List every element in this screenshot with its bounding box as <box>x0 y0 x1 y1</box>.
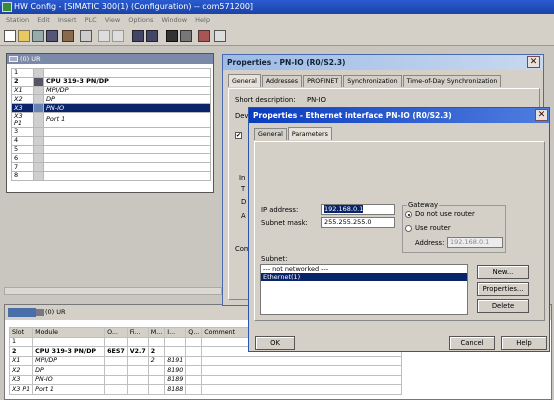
menu-options[interactable]: Options <box>128 16 153 24</box>
no-router-label: Do not use router <box>415 210 475 218</box>
device-number-label: D <box>241 198 247 206</box>
ip-address-input[interactable]: 192.168.0.1 <box>321 204 395 215</box>
tab-addresses[interactable]: Addresses <box>261 75 303 87</box>
new-subnet-button[interactable]: New... <box>477 265 529 279</box>
upload-icon[interactable] <box>146 30 158 42</box>
new-file-icon[interactable] <box>4 30 16 42</box>
use-router-label: Use router <box>415 224 451 232</box>
ok-button[interactable]: OK <box>255 336 295 350</box>
rack-row[interactable]: 4 <box>11 135 211 146</box>
table-row[interactable]: X3 P1 Port 1 8188 <box>8 384 403 395</box>
table-row[interactable]: X3 PN-IO 8189 <box>8 374 403 385</box>
short-description-value: PN-IO <box>307 96 326 104</box>
tab-parameters[interactable]: Parameters <box>287 127 332 140</box>
menu-window[interactable]: Window <box>161 16 187 24</box>
help-icon[interactable] <box>214 30 226 42</box>
workspace-hscrollbar[interactable] <box>4 287 222 295</box>
save-compile-icon[interactable] <box>62 30 74 42</box>
router-address-input[interactable]: 192.168.0.1 <box>447 237 503 248</box>
list-item[interactable]: --- not networked --- <box>261 265 467 273</box>
type-label: T <box>241 185 246 193</box>
subnet-properties-button[interactable]: Properties... <box>477 282 529 296</box>
menu-help[interactable]: Help <box>195 16 210 24</box>
rack-table: 1 2 CPU 319-3 PN/DP X1 MPI/DP X2 DP X3 PN-IO… <box>11 68 211 181</box>
print-icon[interactable] <box>80 30 92 42</box>
subnet-mask-input[interactable]: 255.255.255.0 <box>321 217 395 228</box>
ip-address-label: IP address: <box>261 206 299 214</box>
menu-view[interactable]: View <box>105 16 120 24</box>
network-icon[interactable] <box>198 30 210 42</box>
rack-title-bar: (0) UR <box>7 54 213 64</box>
back-arrow-icon[interactable] <box>8 308 22 317</box>
delete-subnet-button[interactable]: Delete <box>477 299 529 313</box>
rack-title: (0) UR <box>20 55 41 63</box>
detail-title: (0) UR <box>45 308 66 316</box>
ethernet-properties-dialog: Properties - Ethernet interface PN-IO (R… <box>248 107 550 352</box>
close-icon[interactable]: ✕ <box>535 109 548 121</box>
subnet-list[interactable]: --- not networked --- Ethernet(1) <box>260 264 468 315</box>
rack-icon <box>9 56 18 62</box>
device-label: Dev <box>235 112 249 120</box>
interface-label: In <box>239 174 246 182</box>
rack-row[interactable]: 6 <box>11 153 211 164</box>
pnio-dialog-title: Properties - PN-IO (R0/S2.3) <box>227 58 346 67</box>
tab-general[interactable]: General <box>228 74 261 87</box>
download-icon[interactable] <box>132 30 144 42</box>
menu-edit[interactable]: Edit <box>37 16 50 24</box>
rack-row-selected[interactable]: X3 PN-IO <box>11 103 211 113</box>
ethernet-dialog-title-bar: Properties - Ethernet interface PN-IO (R… <box>249 108 549 123</box>
toolbar <box>0 27 554 46</box>
gateway-label: Gateway <box>407 201 440 209</box>
save-icon[interactable] <box>46 30 58 42</box>
table-row[interactable]: X2 DP 8190 <box>8 365 403 376</box>
no-router-radio[interactable] <box>405 211 412 218</box>
forward-arrow-icon[interactable] <box>22 308 36 317</box>
tab-synchronization[interactable]: Synchronization <box>343 75 402 87</box>
catalog-icon[interactable] <box>180 30 192 42</box>
rack-row[interactable]: X3 P1 Port 1 <box>11 111 211 128</box>
router-address-label: Address: <box>415 239 445 247</box>
menu-insert[interactable]: Insert <box>58 16 77 24</box>
rack-row[interactable]: 3 <box>11 126 211 137</box>
paste-icon[interactable] <box>112 30 124 42</box>
pnio-tabs: General Addresses PROFINET Synchronizati… <box>228 74 502 87</box>
close-icon[interactable]: ✕ <box>527 56 540 68</box>
main-title-bar: HW Config - [SIMATIC 300(1) (Configurati… <box>0 0 554 14</box>
subnet-label: Subnet: <box>261 255 288 263</box>
rack-window: (0) UR 1 2 CPU 319-3 PN/DP X1 MPI/DP X2 DP … <box>6 53 214 193</box>
rack-row[interactable]: 1 <box>11 68 211 78</box>
ethernet-tabs: General Parameters <box>254 127 333 140</box>
rack-row[interactable]: X2 DP <box>11 94 211 105</box>
cancel-button[interactable]: Cancel <box>449 336 495 350</box>
table-row[interactable]: X1 MPI/DP 2 8191 <box>8 355 403 366</box>
overview-icon[interactable] <box>166 30 178 42</box>
address-label: A <box>241 212 246 220</box>
ethernet-dialog-title: Properties - Ethernet interface PN-IO (R… <box>253 111 452 120</box>
help-button[interactable]: Help <box>501 336 547 350</box>
open-folder-icon[interactable] <box>18 30 30 42</box>
menu-station[interactable]: Station <box>6 16 29 24</box>
list-item-selected[interactable]: Ethernet(1) <box>261 273 467 281</box>
rack-row[interactable]: 2 CPU 319-3 PN/DP <box>11 76 211 87</box>
rack-row[interactable]: 7 <box>11 162 211 172</box>
subnet-mask-label: Subnet mask: <box>261 219 308 227</box>
accessible-nodes-icon[interactable] <box>32 30 44 42</box>
main-title: HW Config - [SIMATIC 300(1) (Configurati… <box>14 2 254 11</box>
short-description-label: Short description: <box>235 96 296 104</box>
menu-bar: Station Edit Insert PLC View Options Win… <box>0 14 554 27</box>
tab-time-of-day-sync[interactable]: Time-of-Day Synchronization <box>402 75 502 87</box>
checkbox[interactable]: ✔ <box>235 132 242 139</box>
hw-config-app-icon <box>2 2 12 12</box>
rack-row[interactable]: 8 <box>11 170 211 181</box>
rack-row[interactable]: X1 MPI/DP <box>11 85 211 96</box>
menu-plc[interactable]: PLC <box>85 16 97 24</box>
use-router-radio[interactable] <box>405 225 412 232</box>
pnio-dialog-title-bar: Properties - PN-IO (R0/S2.3) <box>223 55 543 70</box>
copy-icon[interactable] <box>98 30 110 42</box>
tab-profinet[interactable]: PROFINET <box>303 75 343 87</box>
rack-row[interactable]: 5 <box>11 144 211 155</box>
tab-general[interactable]: General <box>254 128 287 140</box>
rack-small-icon <box>36 309 44 316</box>
